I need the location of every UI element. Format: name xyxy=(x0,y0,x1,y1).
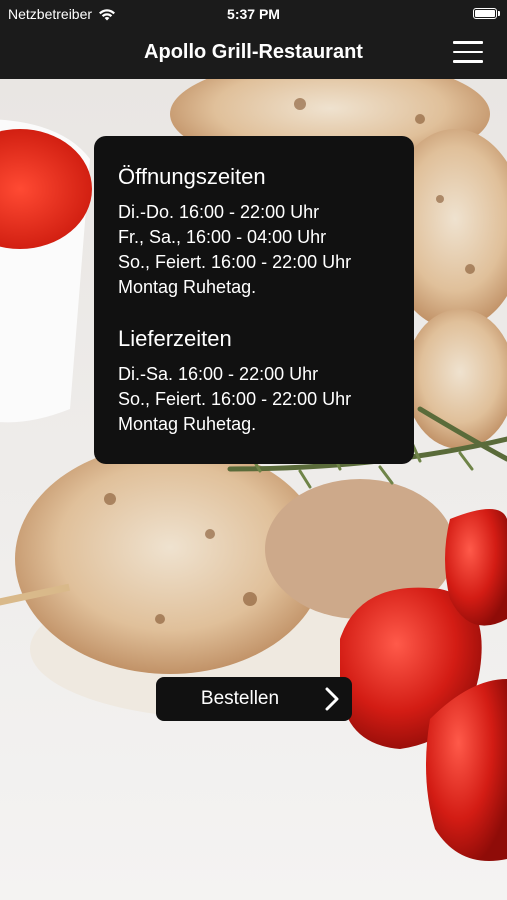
top-bar: Netzbetreiber 5:37 PM Apollo Grill-Resta… xyxy=(0,0,507,79)
opening-hours-title: Öffnungszeiten xyxy=(118,164,266,189)
opening-hours-line: So., Feiert. 16:00 - 22:00 Uhr xyxy=(118,252,352,272)
chevron-right-icon xyxy=(325,687,339,711)
opening-hours-line: Fr., Sa., 16:00 - 04:00 Uhr xyxy=(118,227,327,247)
delivery-hours-line: Di.-Sa. 16:00 - 22:00 Uhr xyxy=(118,364,319,384)
page-title: Apollo Grill-Restaurant xyxy=(144,41,363,63)
delivery-hours-title: Lieferzeiten xyxy=(118,326,232,351)
delivery-hours-line: So., Feiert. 16:00 - 22:00 Uhr xyxy=(118,389,352,409)
order-button[interactable]: Bestellen xyxy=(156,677,352,721)
battery-icon xyxy=(473,8,500,19)
hamburger-menu-icon[interactable] xyxy=(453,41,483,63)
delivery-hours-line: Montag Ruhetag. xyxy=(118,414,257,434)
status-bar: Netzbetreiber 5:37 PM xyxy=(0,0,507,28)
opening-hours-card: Öffnungszeiten Di.-Do. 16:00 - 22:00 Uhr… xyxy=(94,136,414,464)
order-button-label: Bestellen xyxy=(200,688,280,709)
opening-hours-line: Montag Ruhetag. xyxy=(118,277,257,297)
opening-hours-line: Di.-Do. 16:00 - 22:00 Uhr xyxy=(118,202,320,222)
status-time: 5:37 PM xyxy=(227,6,280,22)
navigation-bar: Apollo Grill-Restaurant xyxy=(0,28,507,79)
